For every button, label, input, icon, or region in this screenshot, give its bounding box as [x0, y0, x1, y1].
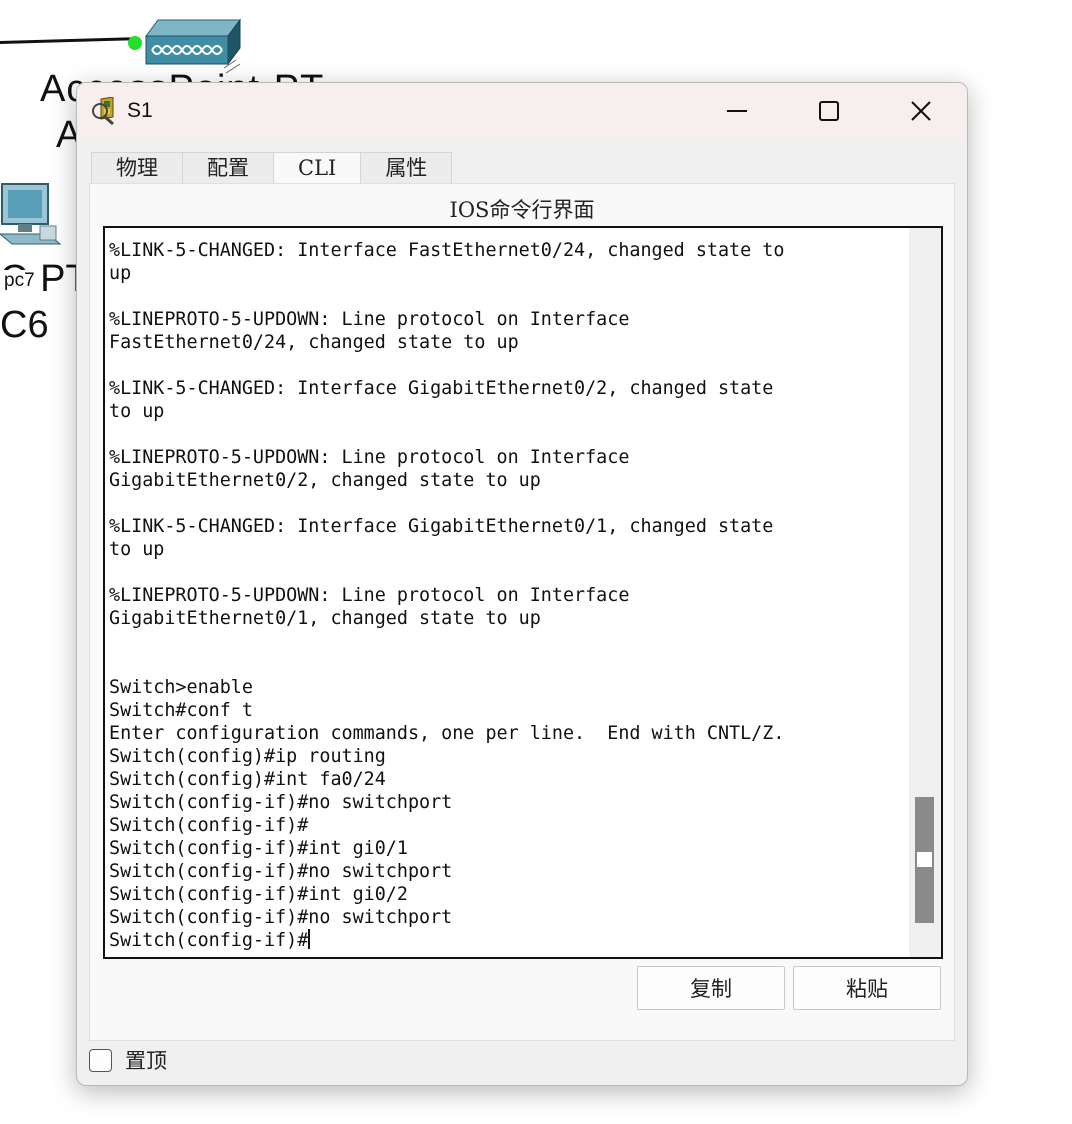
minimize-button[interactable] — [691, 83, 783, 139]
terminal-line: Switch>enable — [109, 677, 253, 698]
paste-button[interactable]: 粘贴 — [793, 966, 941, 1010]
terminal-line: %LINK-5-CHANGED: Interface GigabitEthern… — [109, 516, 774, 537]
terminal-line: Switch(config-if)#int gi0/2 — [109, 884, 408, 905]
close-icon — [911, 101, 931, 121]
tab-attributes[interactable]: 属性 — [360, 152, 453, 183]
terminal-line: %LINEPROTO-5-UPDOWN: Line protocol on In… — [109, 585, 630, 606]
close-button[interactable] — [875, 83, 967, 139]
always-on-top-checkbox[interactable] — [89, 1048, 112, 1072]
terminal-line: %LINEPROTO-5-UPDOWN: Line protocol on In… — [109, 309, 630, 330]
tab-cli[interactable]: CLI — [273, 152, 362, 184]
cli-panel: IOS命令行界面 %LINK-5-CHANGED: Interface Fast… — [89, 183, 955, 1041]
terminal-line: %LINK-5-CHANGED: Interface FastEthernet0… — [109, 240, 785, 261]
terminal-line: Switch#conf t — [109, 700, 253, 721]
terminal-line: %LINEPROTO-5-UPDOWN: Line protocol on In… — [109, 447, 630, 468]
terminal-output[interactable]: %LINK-5-CHANGED: Interface FastEthernet0… — [109, 239, 905, 952]
maximize-icon — [819, 101, 839, 121]
cli-terminal[interactable]: %LINK-5-CHANGED: Interface FastEthernet0… — [103, 226, 943, 959]
pc-label: C6 — [0, 304, 49, 346]
maximize-button[interactable] — [783, 83, 875, 139]
terminal-line: Switch(config)#int fa0/24 — [109, 769, 386, 790]
network-link-cable — [0, 37, 136, 44]
terminal-line: %LINK-5-CHANGED: Interface GigabitEthern… — [109, 378, 774, 399]
tab-config[interactable]: 配置 — [182, 152, 274, 183]
link-status-indicator — [128, 36, 142, 50]
scrollbar-grip — [917, 852, 932, 867]
title-bar[interactable]: S1 — [77, 83, 967, 139]
terminal-line: Switch(config-if)#no switchport — [109, 792, 453, 813]
pc-device-icon[interactable] — [0, 182, 64, 260]
terminal-line: GigabitEthernet0/1, changed state to up — [109, 608, 541, 629]
terminal-line: Switch(config)#ip routing — [109, 746, 386, 767]
device-window: S1 物理 配置 CLI 属性 IOS命令行界面 %LINK-5-CHANGED… — [76, 82, 968, 1086]
scrollbar-thumb[interactable] — [915, 797, 934, 923]
terminal-line: GigabitEthernet0/2, changed state to up — [109, 470, 541, 491]
terminal-line: to up — [109, 539, 165, 560]
always-on-top-label: 置顶 — [125, 1049, 167, 1073]
tab-bar: 物理 配置 CLI 属性 — [91, 152, 453, 184]
packet-tracer-device-icon — [92, 97, 114, 125]
pc-name-badge: pc7 — [0, 270, 39, 292]
window-title: S1 — [127, 99, 153, 122]
minimize-icon — [727, 110, 747, 112]
terminal-line: Switch(config-if)#int gi0/1 — [109, 838, 408, 859]
copy-button[interactable]: 复制 — [637, 966, 785, 1010]
text-cursor — [308, 929, 311, 949]
panel-title: IOS命令行界面 — [449, 198, 595, 222]
terminal-line: Switch(config-if)# — [109, 815, 309, 836]
terminal-line: to up — [109, 401, 165, 422]
terminal-line: Switch(config-if)# — [109, 930, 309, 951]
terminal-line: FastEthernet0/24, changed state to up — [109, 332, 519, 353]
footer: 置顶 — [89, 1045, 167, 1075]
terminal-scrollbar[interactable] — [909, 228, 941, 957]
terminal-line: Switch(config-if)#no switchport — [109, 861, 453, 882]
tab-physical[interactable]: 物理 — [91, 152, 183, 183]
terminal-line: Enter configuration commands, one per li… — [109, 723, 785, 744]
terminal-line: up — [109, 263, 132, 284]
terminal-line: Switch(config-if)#no switchport — [109, 907, 453, 928]
